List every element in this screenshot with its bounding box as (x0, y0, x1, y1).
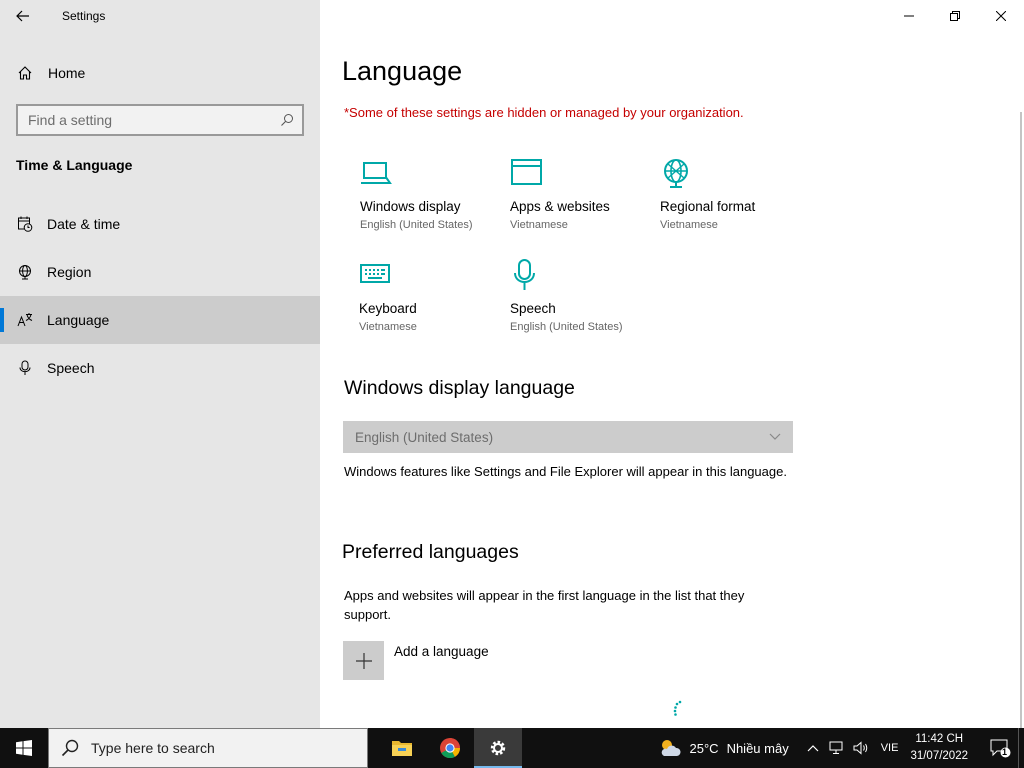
app-title: Settings (62, 9, 106, 23)
loading-spinner-icon (673, 700, 682, 716)
show-hidden-icons-button[interactable] (801, 728, 825, 768)
dropdown-value: English (United States) (355, 429, 494, 445)
chrome-icon (440, 738, 461, 759)
window-icon (511, 159, 542, 185)
back-button[interactable] (0, 0, 46, 32)
tile-sublabel: Vietnamese (510, 219, 568, 231)
display-language-dropdown[interactable]: English (United States) (343, 421, 793, 453)
taskbar-file-explorer[interactable] (378, 728, 426, 768)
settings-icon (490, 740, 506, 756)
show-desktop-button[interactable] (1018, 728, 1024, 768)
preferred-languages-heading: Preferred languages (342, 541, 519, 563)
partly-cloudy-icon (661, 740, 681, 756)
tile-windows-display[interactable]: Windows display English (United States) (360, 157, 510, 231)
tile-sublabel: Vietnamese (660, 219, 718, 231)
tile-sublabel: Vietnamese (359, 321, 417, 333)
arrow-left-icon (16, 10, 29, 22)
sidebar-item-label: Speech (47, 360, 95, 376)
globe-icon (664, 159, 688, 188)
sidebar-item-label: Region (47, 264, 92, 280)
sidebar-item-language[interactable]: Language (0, 296, 320, 344)
search-icon[interactable] (280, 113, 294, 127)
sidebar-item-date-time[interactable]: Date & time (0, 200, 320, 248)
tile-label: Speech (510, 301, 556, 316)
tile-label: Apps & websites (510, 199, 610, 214)
preferred-languages-description: Apps and websites will appear in the fir… (344, 588, 745, 622)
add-language-label: Add a language (394, 644, 489, 659)
tile-label: Regional format (660, 199, 756, 214)
speaker-icon (853, 741, 867, 755)
sidebar-item-region[interactable]: Region (0, 248, 320, 296)
clock[interactable]: 11:42 CH 31/07/2022 (910, 731, 968, 765)
page-title: Language (342, 56, 463, 86)
input-language-indicator[interactable]: VIE (881, 742, 899, 754)
date-time-icon (18, 216, 33, 232)
setting-search-input[interactable] (28, 112, 280, 128)
managed-warning: *Some of these settings are hidden or ma… (344, 105, 744, 120)
add-language-box (343, 641, 384, 680)
tile-regional-format[interactable]: Regional format Vietnamese (660, 157, 810, 231)
weather-desc: Nhiều mây (726, 740, 789, 756)
sidebar-item-label: Date & time (47, 216, 121, 232)
sidebar-nav: Date & time Region Language Speech (0, 200, 320, 392)
title-bar: Settings (0, 0, 320, 32)
network-button[interactable] (825, 728, 849, 768)
weather-temp: 25°C (689, 740, 719, 756)
search-icon (61, 739, 79, 757)
scrollbar[interactable] (1020, 112, 1022, 728)
taskbar: Type here to search 25°C Nhiều mây VIE 1… (0, 728, 1024, 768)
tile-apps-websites[interactable]: Apps & websites Vietnamese (510, 157, 660, 231)
taskbar-chrome[interactable] (426, 728, 474, 768)
microphone-icon (19, 360, 31, 375)
taskbar-search-placeholder: Type here to search (91, 740, 215, 756)
clock-time: 11:42 CH (915, 733, 964, 745)
microphone-icon (514, 259, 535, 290)
language-icon (17, 313, 33, 327)
add-language-button[interactable]: Add a language (343, 641, 489, 680)
display-language-description: Windows features like Settings and File … (344, 464, 787, 479)
start-button[interactable] (0, 728, 48, 768)
notification-count: 1 (1002, 747, 1008, 757)
clock-date: 31/07/2022 (910, 750, 968, 762)
sidebar-item-speech[interactable]: Speech (0, 344, 320, 392)
action-center-button[interactable]: 1 (982, 728, 1018, 768)
tile-label: Windows display (360, 199, 461, 214)
section-title: Time & Language (16, 157, 133, 173)
taskbar-settings[interactable] (474, 728, 522, 768)
main-content: Language *Some of these settings are hid… (320, 0, 1024, 728)
keyboard-icon (360, 264, 390, 283)
tile-speech[interactable]: Speech English (United States) (510, 259, 660, 333)
tile-sublabel: English (United States) (510, 321, 623, 333)
file-explorer-icon (392, 741, 412, 756)
tile-keyboard[interactable]: Keyboard Vietnamese (359, 259, 509, 333)
setting-search[interactable] (16, 104, 304, 136)
notification-icon (990, 739, 1011, 758)
system-tray: 25°C Nhiều mây VIE 11:42 CH 31/07/2022 1 (658, 728, 1024, 768)
sidebar-home-label: Home (48, 65, 86, 81)
sidebar-item-label: Language (47, 312, 110, 328)
network-icon (829, 741, 843, 754)
home-icon (18, 66, 32, 80)
windows-logo-icon (16, 740, 32, 756)
sidebar: Settings Home Time & Language Date & tim… (0, 0, 320, 728)
chevron-down-icon (769, 433, 781, 440)
taskbar-search[interactable]: Type here to search (48, 728, 368, 768)
display-language-heading: Windows display language (344, 377, 575, 399)
laptop-icon (361, 162, 392, 184)
weather-widget[interactable]: 25°C Nhiều mây (658, 738, 789, 758)
tile-sublabel: English (United States) (360, 219, 473, 231)
volume-button[interactable] (849, 728, 873, 768)
globe-icon (19, 265, 31, 280)
sidebar-home[interactable]: Home (0, 53, 320, 93)
plus-icon (355, 652, 372, 669)
chevron-up-icon (807, 745, 819, 752)
tile-label: Keyboard (359, 301, 417, 316)
